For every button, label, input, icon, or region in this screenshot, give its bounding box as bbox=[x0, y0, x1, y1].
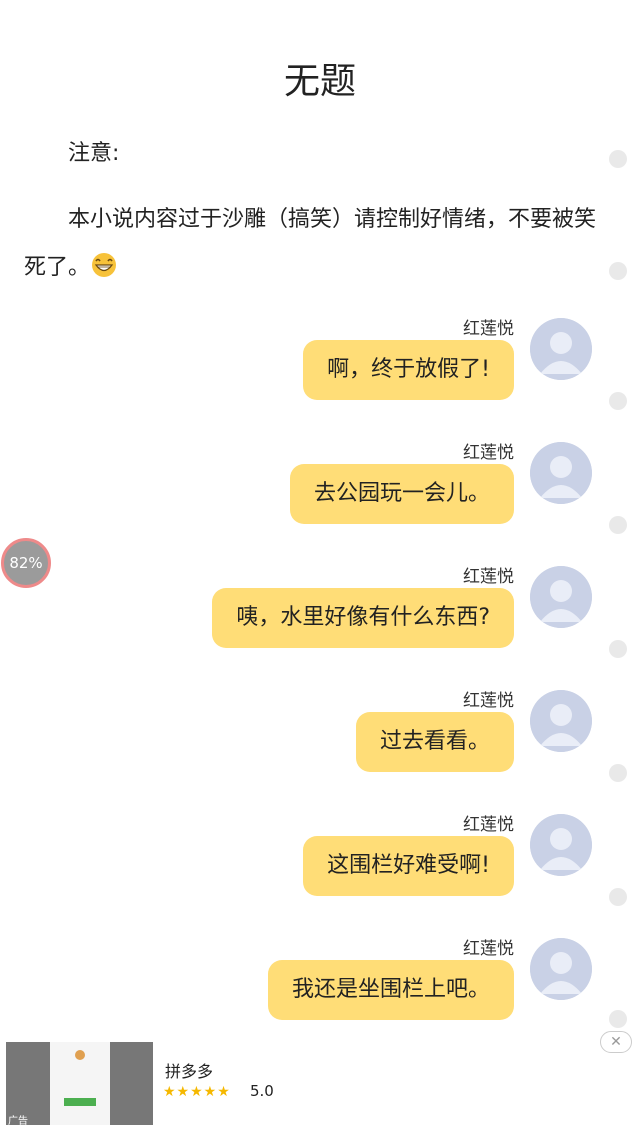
sender-name: 红莲悦 bbox=[463, 815, 514, 835]
ad-tag: 广告 bbox=[8, 1116, 28, 1125]
chat-message: 红莲悦 啊，终于放假了! bbox=[0, 314, 640, 424]
paragraph-comment-dot[interactable] bbox=[609, 262, 627, 280]
sender-name: 红莲悦 bbox=[463, 443, 514, 463]
reading-progress-badge[interactable]: 82% bbox=[1, 538, 51, 588]
avatar[interactable] bbox=[530, 566, 592, 628]
sender-name: 红莲悦 bbox=[463, 319, 514, 339]
chat-message: 红莲悦 咦，水里好像有什么东西? bbox=[0, 562, 640, 672]
intro-paragraph: 本小说内容过于沙雕（搞笑）请控制好情绪，不要被笑死了。 bbox=[24, 196, 604, 292]
ad-thumbnail[interactable]: 广告 bbox=[6, 1042, 153, 1125]
paragraph-comment-dot[interactable] bbox=[609, 516, 627, 534]
avatar[interactable] bbox=[530, 318, 592, 380]
article-title: 无题 bbox=[283, 61, 356, 102]
avatar[interactable] bbox=[530, 938, 592, 1000]
sender-name: 红莲悦 bbox=[463, 939, 514, 959]
paragraph-comment-dot[interactable] bbox=[609, 1010, 627, 1028]
chat-message: 红莲悦 我还是坐围栏上吧。 bbox=[0, 934, 640, 1044]
chat-message: 红莲悦 这围栏好难受啊! bbox=[0, 810, 640, 920]
close-icon[interactable]: ✕ bbox=[600, 1031, 632, 1053]
sender-name: 红莲悦 bbox=[463, 691, 514, 711]
avatar[interactable] bbox=[530, 814, 592, 876]
avatar[interactable] bbox=[530, 690, 592, 752]
message-bubble: 过去看看。 bbox=[355, 712, 514, 772]
ad-banner[interactable]: 广告 拼多多 ★★★★★ 5.0 ✕ bbox=[0, 1031, 640, 1138]
note-label: 注意: bbox=[68, 141, 120, 166]
ad-app-logo-icon bbox=[75, 1050, 85, 1060]
ad-app-name[interactable]: 拼多多 bbox=[165, 1058, 213, 1082]
paragraph-comment-dot[interactable] bbox=[609, 640, 627, 658]
message-bubble: 我还是坐围栏上吧。 bbox=[267, 960, 514, 1020]
paragraph-comment-dot[interactable] bbox=[609, 888, 627, 906]
grinning-face-icon bbox=[92, 253, 117, 277]
message-bubble: 去公园玩一会儿。 bbox=[289, 464, 514, 524]
chat-message: 红莲悦 去公园玩一会儿。 bbox=[0, 438, 640, 548]
star-rating-icon: ★★★★★ bbox=[163, 1084, 231, 1100]
paragraph-comment-dot[interactable] bbox=[609, 392, 627, 410]
message-bubble: 这围栏好难受啊! bbox=[303, 836, 514, 896]
ad-preview-screen bbox=[50, 1042, 110, 1125]
ad-rating-value: 5.0 bbox=[250, 1082, 274, 1100]
avatar[interactable] bbox=[530, 442, 592, 504]
message-bubble: 啊，终于放假了! bbox=[303, 340, 514, 400]
paragraph-comment-dot[interactable] bbox=[609, 764, 627, 782]
message-bubble: 咦，水里好像有什么东西? bbox=[212, 588, 514, 648]
sender-name: 红莲悦 bbox=[463, 567, 514, 587]
paragraph-comment-dot[interactable] bbox=[609, 150, 627, 168]
ad-preview-button bbox=[64, 1098, 96, 1106]
chat-message: 红莲悦 过去看看。 bbox=[0, 686, 640, 796]
